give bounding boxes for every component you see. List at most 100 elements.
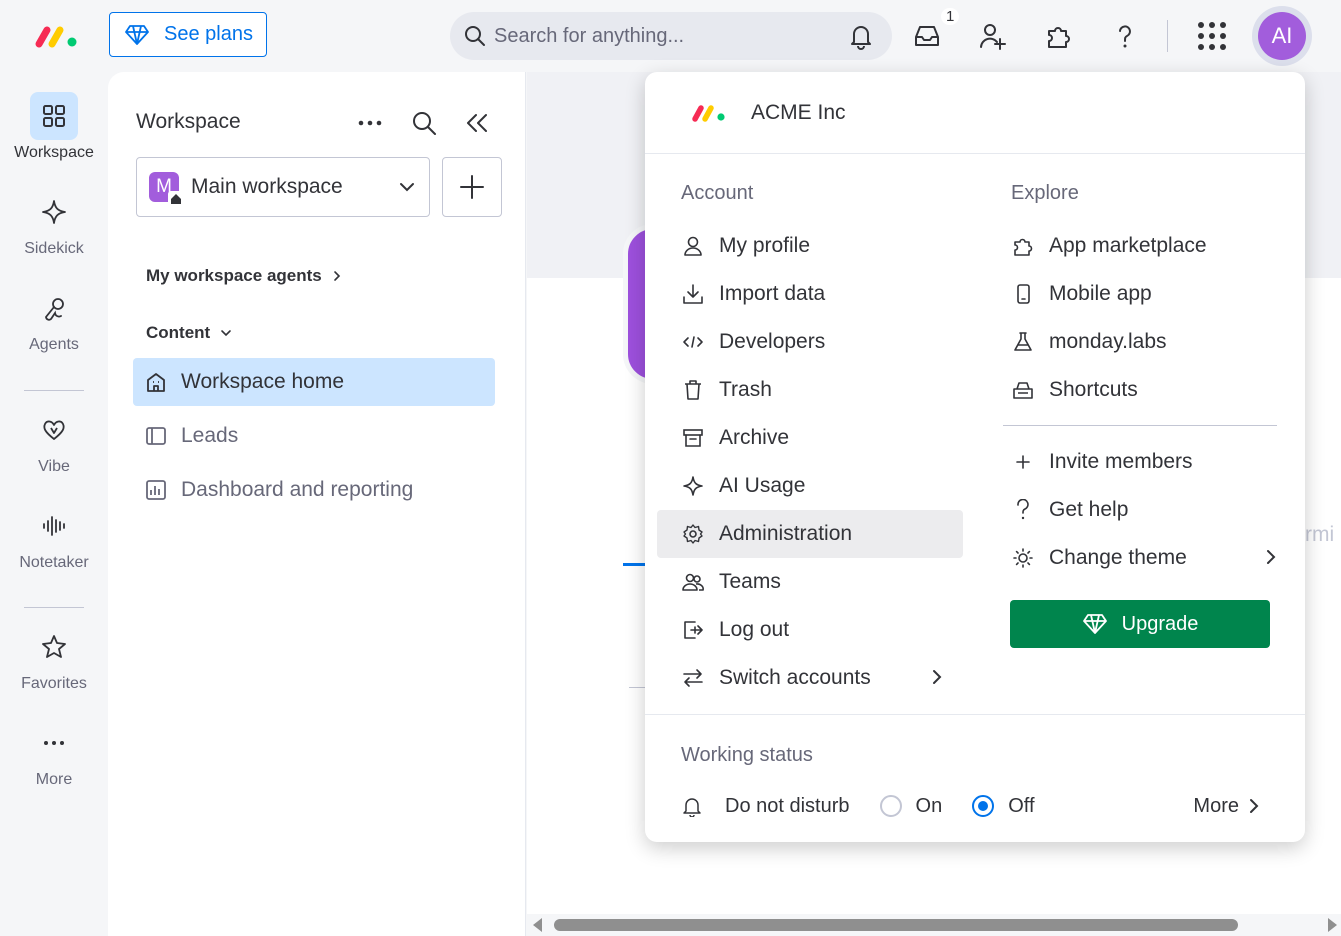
keyboard-icon	[1013, 382, 1033, 399]
rail-item-more[interactable]: More	[0, 719, 108, 789]
inbox-badge: 1	[941, 8, 960, 25]
menu-item-change-theme[interactable]: Change theme	[1011, 534, 1277, 582]
puzzle-icon	[1048, 27, 1070, 48]
workspace-selector[interactable]: M Main workspace	[136, 157, 430, 217]
workspace-badge: M	[149, 172, 184, 207]
rail-item-workspace[interactable]: Workspace	[0, 92, 108, 162]
chevron-down-icon	[400, 183, 414, 192]
workspace-options-button[interactable]	[353, 106, 387, 140]
top-bar: See plans 1 AI	[0, 0, 1341, 72]
avatar[interactable]: AI	[1258, 12, 1306, 60]
monday-logo-icon	[692, 104, 725, 122]
monday-logo-icon[interactable]	[34, 22, 82, 50]
search-input[interactable]	[494, 24, 824, 48]
search-icon	[413, 112, 436, 135]
workspace-search-button[interactable]	[407, 106, 441, 140]
account-menu: ACME Inc Account Explore My profile Impo…	[645, 72, 1305, 842]
menu-item-log-out[interactable]: Log out	[681, 606, 961, 654]
rail-divider	[24, 607, 84, 608]
building-icon	[147, 373, 165, 392]
home-icon	[168, 191, 184, 207]
workspace-panel-title: Workspace	[136, 110, 241, 133]
menu-item-switch-accounts[interactable]: Switch accounts	[681, 654, 961, 702]
diamond-icon	[125, 24, 149, 45]
chevron-down-icon	[221, 330, 232, 337]
do-not-disturb-row: Do not disturb On Off More	[681, 790, 1281, 822]
add-user-icon	[980, 24, 1006, 50]
rail-item-sidekick[interactable]: Sidekick	[0, 188, 108, 258]
rail-label: Favorites	[21, 675, 87, 692]
chevron-right-icon	[1250, 799, 1259, 813]
rail-item-agents[interactable]: Agents	[0, 284, 108, 354]
upgrade-button[interactable]: Upgrade	[1010, 600, 1270, 648]
menu-item-app-marketplace[interactable]: App marketplace	[1011, 222, 1277, 270]
inbox-button[interactable]	[907, 16, 947, 56]
rail-label: Agents	[29, 336, 79, 353]
chevron-right-icon	[933, 670, 942, 684]
logout-icon	[684, 621, 703, 639]
dnd-on-label[interactable]: On	[916, 795, 943, 818]
collapse-panel-button[interactable]	[460, 106, 494, 140]
content-section[interactable]: Content	[146, 323, 232, 343]
menu-item-my-profile[interactable]: My profile	[681, 222, 961, 270]
waveform-icon	[43, 516, 65, 536]
see-plans-label: See plans	[164, 23, 253, 45]
workspace-item-dashboard[interactable]: Dashboard and reporting	[133, 466, 495, 514]
dnd-off-label[interactable]: Off	[1008, 795, 1034, 818]
rail-label: More	[35, 771, 73, 788]
search-bar[interactable]	[450, 12, 892, 60]
menu-item-import-data[interactable]: Import data	[681, 270, 961, 318]
menu-item-administration[interactable]: Administration	[657, 510, 963, 558]
help-button[interactable]	[1105, 16, 1145, 56]
see-plans-button[interactable]: See plans	[109, 12, 267, 57]
app-switcher-button[interactable]	[1192, 16, 1232, 56]
workspace-item-leads[interactable]: Leads	[133, 412, 495, 460]
menu-item-teams[interactable]: Teams	[681, 558, 961, 606]
board-icon	[146, 427, 166, 445]
menu-item-developers[interactable]: Developers	[681, 318, 961, 366]
rail-label: Workspace	[14, 144, 94, 161]
status-more-link[interactable]: More	[1193, 795, 1259, 818]
bell-icon[interactable]	[845, 20, 877, 52]
rail-item-notetaker[interactable]: Notetaker	[0, 502, 108, 572]
rail-label: Vibe	[38, 458, 70, 475]
menu-item-get-help[interactable]: Get help	[1011, 486, 1277, 534]
plus-icon	[460, 175, 484, 199]
rail-item-favorites[interactable]: Favorites	[0, 623, 108, 693]
menu-footer-divider	[645, 714, 1305, 715]
scroll-right-icon[interactable]	[1328, 918, 1337, 932]
workspace-agents-section[interactable]: My workspace agents	[146, 266, 342, 286]
workspace-item-home[interactable]: Workspace home	[133, 358, 495, 406]
diamond-icon	[1082, 614, 1107, 634]
menu-item-archive[interactable]: Archive	[681, 414, 961, 462]
menu-item-monday-labs[interactable]: monday.labs	[1011, 318, 1277, 366]
bell-icon	[683, 798, 701, 817]
dnd-on-radio[interactable]	[879, 795, 902, 817]
partially-hidden-text: rmi	[1305, 523, 1335, 546]
scrollbar-thumb[interactable]	[554, 919, 1238, 931]
inbox-icon	[915, 26, 939, 46]
invite-button[interactable]	[973, 16, 1013, 56]
horizontal-scrollbar[interactable]	[527, 914, 1341, 936]
menu-item-ai-usage[interactable]: AI Usage	[681, 462, 961, 510]
person-icon	[684, 236, 702, 256]
dnd-label: Do not disturb	[725, 794, 850, 817]
gear-icon	[683, 524, 703, 544]
mobile-icon	[1017, 284, 1030, 304]
rail-item-vibe[interactable]: Vibe	[0, 406, 108, 476]
apps-button[interactable]	[1039, 16, 1079, 56]
scroll-left-icon[interactable]	[533, 918, 542, 932]
menu-item-shortcuts[interactable]: Shortcuts	[1011, 366, 1277, 414]
search-icon	[465, 26, 485, 46]
menu-item-mobile-app[interactable]: Mobile app	[1011, 270, 1277, 318]
add-item-button[interactable]	[442, 157, 502, 217]
rail-divider	[24, 390, 84, 391]
menu-item-invite-members[interactable]: Invite members	[1011, 438, 1277, 486]
menu-header: ACME Inc	[645, 72, 1305, 154]
chevron-right-icon	[333, 271, 340, 281]
menu-item-trash[interactable]: Trash	[681, 366, 961, 414]
agent-icon	[45, 298, 64, 321]
dnd-off-radio[interactable]	[972, 795, 995, 817]
rail-label: Sidekick	[24, 240, 84, 257]
account-column-title: Account	[681, 182, 754, 204]
